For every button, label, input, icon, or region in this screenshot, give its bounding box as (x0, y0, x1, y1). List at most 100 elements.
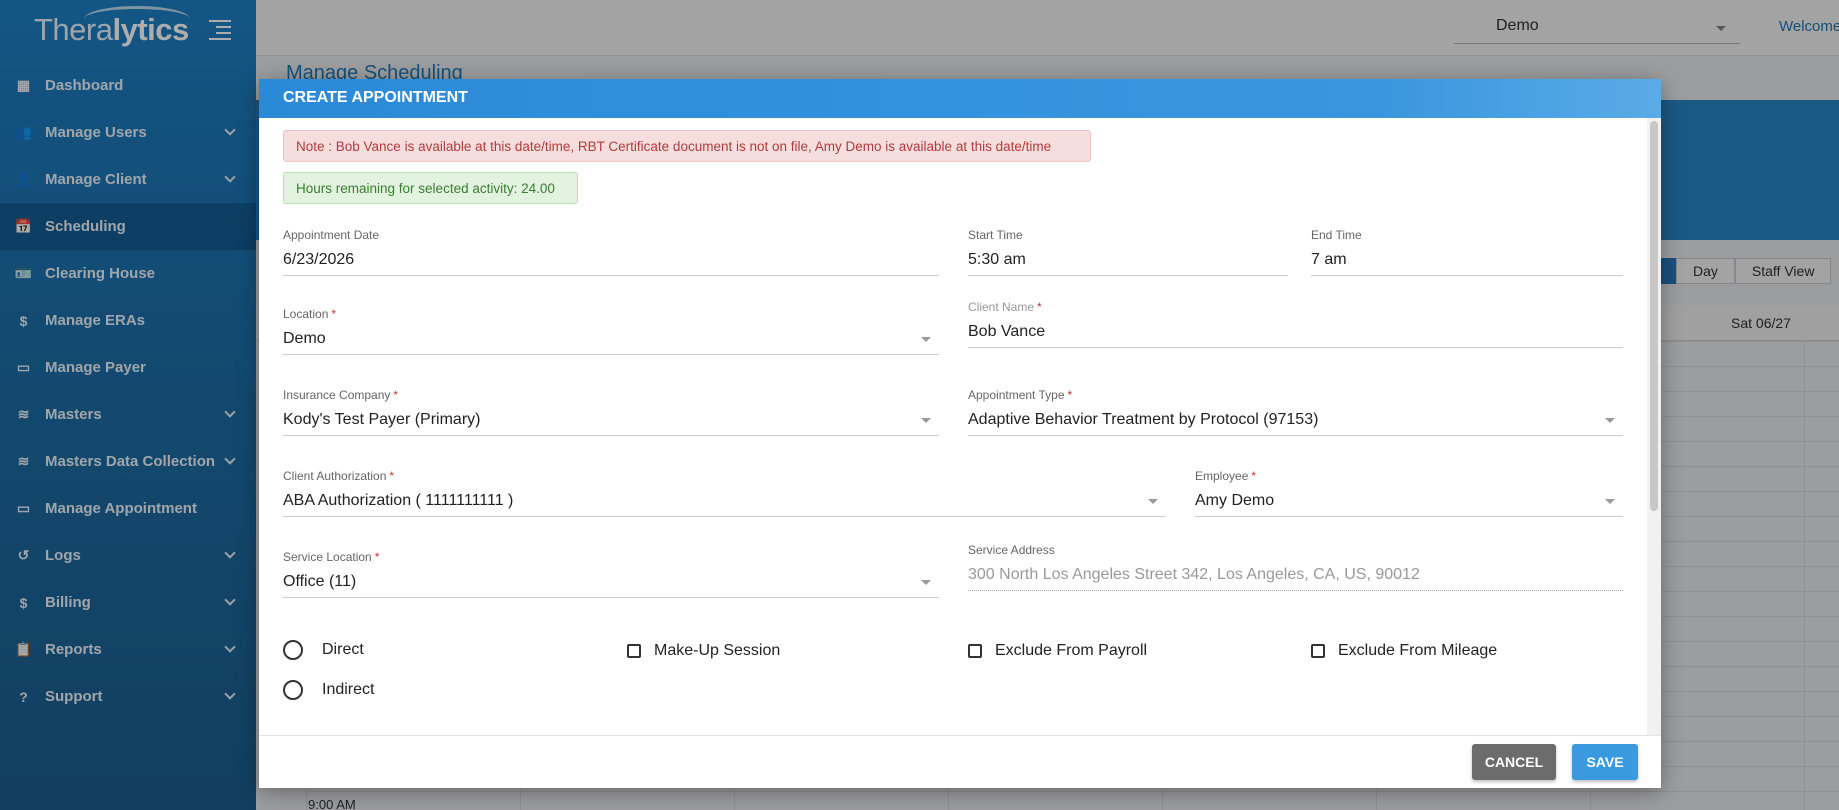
end-time-field[interactable]: End Time 7 am (1311, 228, 1623, 276)
exclude-mileage-label: Exclude From Mileage (1338, 642, 1498, 659)
service-location-select[interactable]: Office (11) (283, 566, 939, 598)
chevron-down-icon (921, 418, 931, 423)
chevron-down-icon (1605, 499, 1615, 504)
chevron-down-icon (224, 453, 236, 465)
dashboard-icon: ▦ (16, 77, 31, 93)
logo-arc (84, 6, 190, 32)
payment-card-icon: ▭ (16, 359, 31, 375)
sidebar-item-clearing-house[interactable]: 🪪 Clearing House (0, 250, 256, 297)
calendar-icon: 📅 (14, 218, 33, 234)
service-location-field[interactable]: Service Location * Office (11) (283, 550, 939, 598)
direct-radio-option[interactable]: Direct (283, 640, 364, 660)
appointment-type-label: Appointment Type * (968, 388, 1073, 402)
client-authorization-field[interactable]: Client Authorization * ABA Authorization … (283, 469, 1166, 517)
sidebar-item-label: Logs (45, 547, 81, 564)
direct-radio-label: Direct (322, 641, 364, 658)
location-select[interactable]: Demo (283, 323, 939, 355)
location-label: Location * (283, 307, 337, 321)
direct-radio[interactable] (283, 640, 303, 660)
scrollbar-thumb[interactable] (1650, 121, 1658, 511)
client-authorization-select[interactable]: ABA Authorization ( 1111111111 ) (283, 485, 1166, 517)
theralytics-logo: Theralytics (34, 6, 190, 56)
menu-collapse-icon[interactable] (209, 20, 231, 40)
insurance-company-select[interactable]: Kody's Test Payer (Primary) (283, 404, 939, 436)
exclude-mileage-checkbox[interactable] (1311, 644, 1325, 658)
sidebar-item-dashboard[interactable]: ▦ Dashboard (0, 62, 256, 109)
end-time-input[interactable]: 7 am (1311, 244, 1623, 276)
chevron-down-icon (224, 547, 236, 559)
sidebar-item-masters-data-collection[interactable]: ≋ Masters Data Collection (0, 438, 256, 485)
sidebar-item-manage-payer[interactable]: ▭ Manage Payer (0, 344, 256, 391)
appointment-type-select[interactable]: Adaptive Behavior Treatment by Protocol … (968, 404, 1623, 436)
chevron-down-icon (224, 171, 236, 183)
exclude-mileage-checkbox-option[interactable]: Exclude From Mileage (1311, 642, 1497, 660)
sidebar-item-label: Manage ERAs (45, 312, 146, 329)
employee-select[interactable]: Amy Demo (1195, 485, 1623, 517)
database-icon: ≋ (17, 453, 30, 469)
dialog-scrollbar[interactable] (1647, 118, 1661, 735)
location-field[interactable]: Location * Demo (283, 307, 939, 355)
appointment-date-field[interactable]: Appointment Date 6/23/2026 (283, 228, 939, 276)
exclude-payroll-checkbox-option[interactable]: Exclude From Payroll (968, 642, 1147, 660)
chevron-down-icon (1148, 499, 1158, 504)
indirect-radio[interactable] (283, 680, 303, 700)
cancel-button[interactable]: CANCEL (1472, 744, 1556, 780)
chevron-down-icon (224, 406, 236, 418)
sidebar-item-label: Dashboard (45, 77, 124, 94)
chevron-down-icon (224, 688, 236, 700)
required-mark: * (1067, 388, 1073, 402)
start-time-field[interactable]: Start Time 5:30 am (968, 228, 1288, 276)
employee-field[interactable]: Employee * Amy Demo (1195, 469, 1623, 517)
client-name-value: Bob Vance (968, 316, 1623, 348)
dialog-title: CREATE APPOINTMENT (259, 79, 1661, 118)
users-icon: 👥 (14, 124, 33, 140)
sidebar-item-label: Billing (45, 594, 91, 611)
sidebar-item-reports[interactable]: 📋 Reports (0, 626, 256, 673)
insurance-company-field[interactable]: Insurance Company * Kody's Test Payer (Pr… (283, 388, 939, 436)
sidebar-item-manage-users[interactable]: 👥 Manage Users (0, 109, 256, 156)
sidebar-item-scheduling[interactable]: 📅 Scheduling (0, 203, 256, 250)
create-appointment-dialog: CREATE APPOINTMENT Note : Bob Vance is a… (259, 79, 1661, 788)
dollar-icon: $ (19, 594, 28, 611)
save-button[interactable]: SAVE (1572, 744, 1638, 780)
availability-warning-alert: Note : Bob Vance is available at this da… (283, 130, 1091, 162)
sidebar-item-label: Masters Data Collection (45, 453, 216, 470)
exclude-payroll-checkbox[interactable] (968, 644, 982, 658)
makeup-session-checkbox-option[interactable]: Make-Up Session (627, 642, 780, 660)
client-name-label: Client Name * (968, 300, 1042, 314)
sidebar-item-manage-appointment[interactable]: ▭ Manage Appointment (0, 485, 256, 532)
required-mark: * (331, 307, 337, 321)
required-mark: * (393, 388, 399, 402)
sidebar-item-label: Scheduling (45, 218, 126, 235)
appointment-date-input[interactable]: 6/23/2026 (283, 244, 939, 276)
appointment-type-field[interactable]: Appointment Type * Adaptive Behavior Trea… (968, 388, 1623, 436)
chevron-down-icon (224, 641, 236, 653)
service-address-label: Service Address (968, 543, 1055, 557)
sidebar-item-manage-client[interactable]: 👤 Manage Client (0, 156, 256, 203)
sidebar-item-label: Manage Appointment (45, 500, 197, 517)
sidebar-item-masters[interactable]: ≋ Masters (0, 391, 256, 438)
client-authorization-label: Client Authorization * (283, 469, 395, 483)
person-icon: 👤 (14, 171, 33, 187)
sidebar-item-label: Manage Payer (45, 359, 146, 376)
chevron-down-icon (921, 337, 931, 342)
sidebar-item-billing[interactable]: $ Billing (0, 579, 256, 626)
dialog-body: Note : Bob Vance is available at this da… (259, 118, 1661, 735)
sidebar-item-label: Masters (45, 406, 102, 423)
indirect-radio-option[interactable]: Indirect (283, 680, 374, 700)
sidebar-item-label: Support (45, 688, 103, 705)
makeup-session-checkbox[interactable] (627, 644, 641, 658)
chevron-down-icon (224, 594, 236, 606)
service-location-label: Service Location * (283, 550, 380, 564)
sidebar-item-label: Reports (45, 641, 102, 658)
sidebar-item-manage-eras[interactable]: $ Manage ERAs (0, 297, 256, 344)
end-time-label: End Time (1311, 228, 1362, 242)
payment-card-icon: ▭ (16, 500, 31, 516)
sidebar-item-logs[interactable]: ↺ Logs (0, 532, 256, 579)
sidebar: Theralytics ▦ Dashboard 👥 Manage Users 👤 Mana… (0, 0, 256, 810)
indirect-radio-label: Indirect (322, 681, 375, 698)
sidebar-item-support[interactable]: ? Support (0, 673, 256, 720)
insurance-company-label: Insurance Company * (283, 388, 399, 402)
sidebar-item-label: Manage Users (45, 124, 147, 141)
start-time-input[interactable]: 5:30 am (968, 244, 1288, 276)
